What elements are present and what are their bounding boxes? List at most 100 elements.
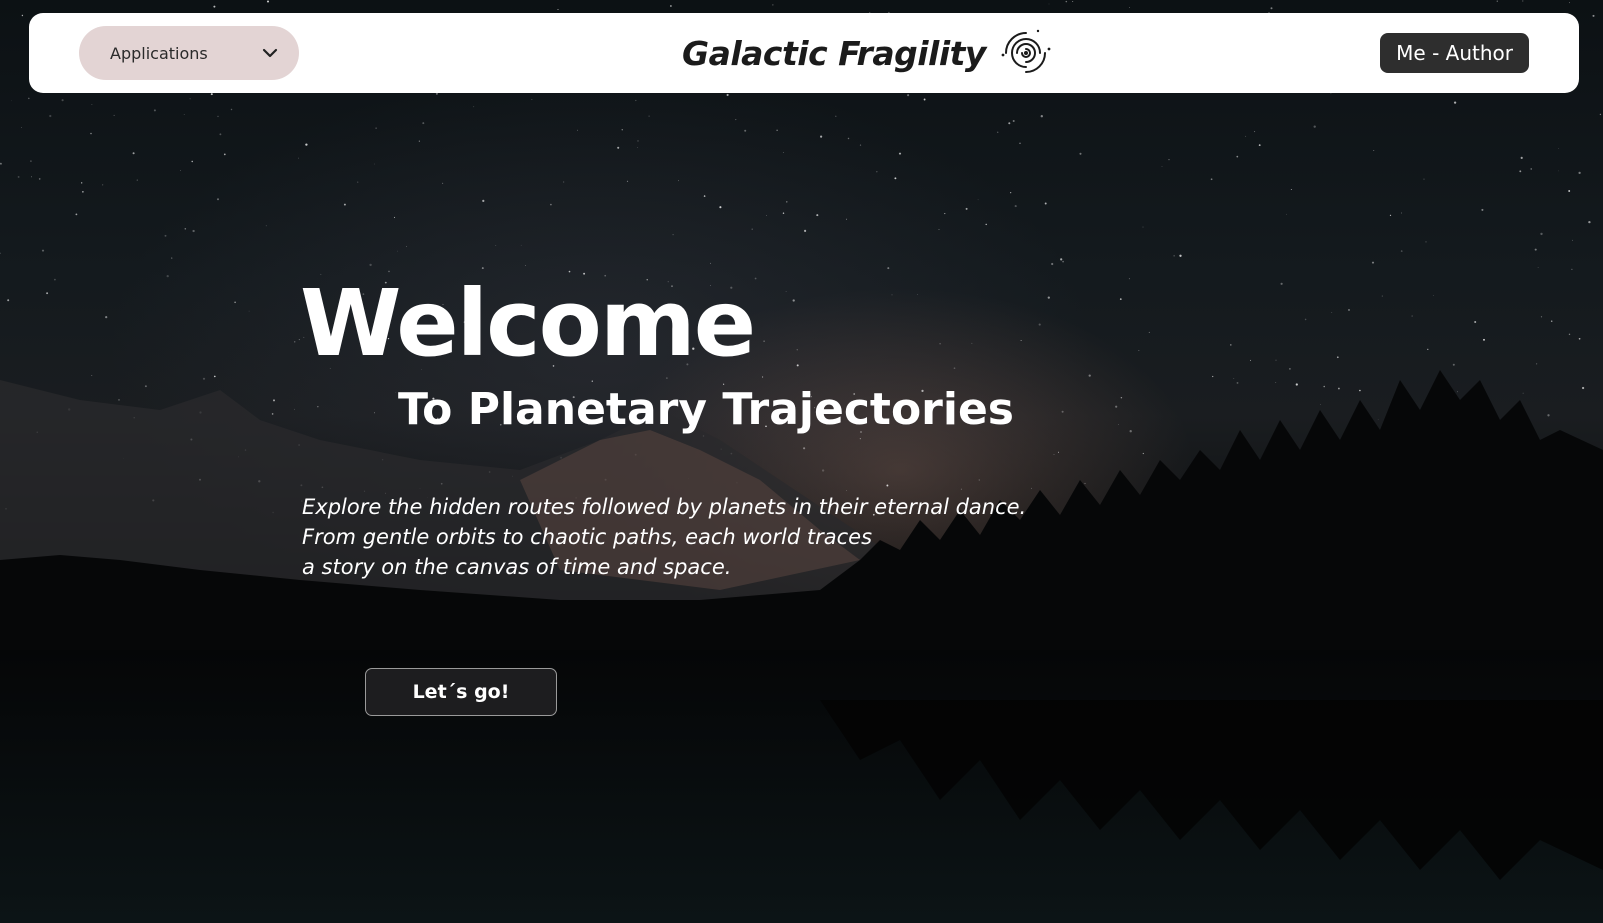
star: [1550, 320, 1553, 322]
star: [678, 180, 679, 182]
star: [374, 163, 375, 165]
star: [397, 250, 398, 252]
star: [648, 115, 650, 117]
star: [369, 263, 372, 267]
star: [835, 115, 837, 117]
star: [473, 106, 475, 108]
star: [1038, 323, 1041, 326]
star: [153, 109, 156, 112]
star: [1179, 254, 1182, 257]
star: [118, 399, 120, 401]
chevron-down-icon: [262, 48, 278, 58]
star: [1581, 386, 1585, 390]
description-line: a story on the canvas of time and space.: [302, 555, 732, 579]
star: [1079, 152, 1082, 155]
star: [166, 274, 169, 278]
star: [113, 114, 115, 116]
hero-subtitle: To Planetary Trajectories: [398, 384, 1014, 435]
star: [1020, 340, 1022, 341]
star: [482, 199, 485, 203]
star: [1128, 278, 1130, 280]
star: [776, 129, 778, 131]
star: [192, 229, 195, 233]
star: [1578, 171, 1581, 175]
star: [317, 406, 319, 408]
star: [11, 100, 12, 102]
star: [1483, 338, 1485, 341]
star: [1571, 268, 1573, 271]
star: [1129, 430, 1132, 433]
star: [1425, 241, 1427, 243]
star: [17, 175, 20, 178]
star: [1250, 359, 1251, 361]
star: [1236, 381, 1239, 384]
star: [804, 229, 807, 232]
star: [1371, 261, 1375, 264]
star: [305, 143, 308, 146]
star: [1061, 410, 1064, 413]
star: [91, 375, 93, 377]
lets-go-button[interactable]: Let´s go!: [365, 668, 557, 716]
star: [1588, 220, 1591, 224]
star: [1474, 320, 1477, 324]
star: [1323, 385, 1325, 388]
star: [82, 191, 84, 193]
applications-dropdown[interactable]: Applications: [79, 26, 299, 80]
star: [75, 213, 78, 216]
star: [785, 291, 787, 292]
star: [1173, 255, 1175, 257]
star: [772, 4, 774, 6]
star: [1236, 155, 1239, 158]
star: [216, 198, 220, 201]
star: [846, 490, 847, 491]
star: [171, 257, 173, 259]
star: [90, 132, 92, 135]
star: [1481, 208, 1484, 211]
brand: Galactic Fragility: [682, 21, 1054, 85]
star: [393, 216, 396, 219]
star: [754, 277, 757, 280]
star: [820, 135, 823, 138]
star: [846, 218, 848, 220]
hero-title: Welcome: [300, 270, 756, 377]
star: [1381, 295, 1383, 297]
star: [213, 5, 216, 8]
star: [294, 341, 296, 343]
star: [1142, 452, 1144, 455]
star: [1161, 166, 1163, 167]
star: [1537, 267, 1539, 268]
star: [1138, 350, 1140, 351]
star: [796, 364, 799, 367]
author-button[interactable]: Me - Author: [1380, 33, 1529, 73]
star: [266, 0, 270, 3]
star: [891, 294, 893, 296]
star: [1289, 368, 1291, 370]
star: [1558, 148, 1560, 149]
star: [1012, 119, 1015, 123]
star: [1336, 356, 1339, 359]
star: [1051, 262, 1054, 266]
hero-background: [0, 0, 1603, 923]
star: [81, 182, 83, 184]
star: [672, 233, 674, 236]
star: [803, 447, 806, 450]
star: [1062, 260, 1064, 263]
star: [1010, 192, 1012, 194]
star: [938, 229, 940, 230]
star: [1142, 226, 1144, 228]
star: [273, 399, 275, 402]
star: [816, 214, 819, 217]
star: [637, 140, 639, 142]
star: [38, 178, 41, 180]
star: [765, 215, 767, 216]
star: [219, 133, 222, 136]
star: [1496, 0, 1498, 2]
star: [1019, 142, 1021, 144]
star: [1520, 156, 1523, 159]
star: [1319, 404, 1321, 405]
star: [1290, 189, 1292, 191]
star: [1119, 298, 1122, 300]
star: [435, 92, 438, 95]
star: [1331, 312, 1333, 313]
star: [1427, 348, 1429, 351]
